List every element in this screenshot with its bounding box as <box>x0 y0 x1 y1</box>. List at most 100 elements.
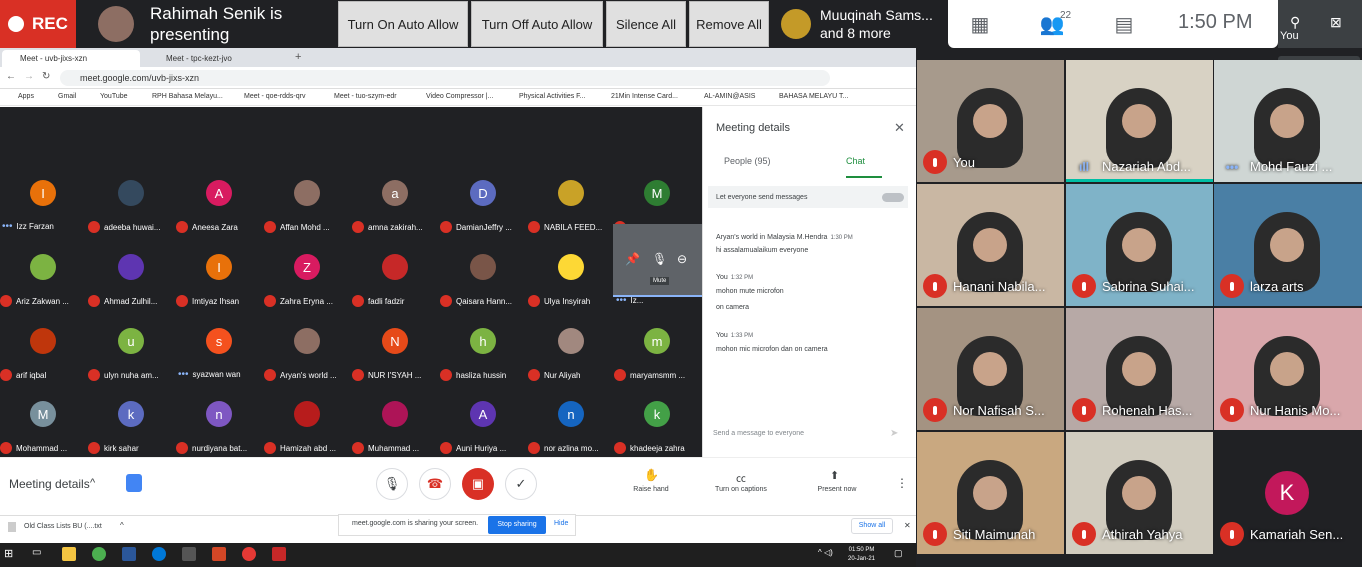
camera-off-button[interactable]: ▣ <box>462 468 494 500</box>
bookmark[interactable]: Meet - qoe-rdds-qrv <box>244 93 305 100</box>
browser-tab[interactable]: Meet - tpc-kezt-jvo <box>148 50 288 67</box>
microphone-button[interactable]: 🎙 <box>376 468 408 500</box>
turn-on-auto-allow-button[interactable]: Turn On Auto Allow <box>338 1 468 47</box>
meeting-details-button[interactable]: Meeting details <box>9 477 90 491</box>
hovered-participant-tile[interactable]: 📌 🎙 ⊖ <box>613 224 702 297</box>
chrome-icon[interactable] <box>92 547 106 561</box>
bookmark[interactable]: Meet - tuo-szym-edr <box>334 93 397 100</box>
participant-tile[interactable]: adeeba huwai... <box>88 174 176 247</box>
windows-start-icon[interactable]: ⊞ <box>4 547 13 560</box>
participant-tile[interactable]: Ulya Insyirah <box>528 248 616 321</box>
silence-all-button[interactable]: Silence All <box>606 1 686 47</box>
participant-tile[interactable]: I ••• Izz Farzan <box>0 174 88 247</box>
captions-label[interactable]: Turn on captions <box>708 486 774 493</box>
download-file[interactable]: Old Class Lists BU (....txt <box>24 523 102 530</box>
browser-tab-active[interactable]: Meet - uvb-jixs-xzn <box>2 50 140 67</box>
back-icon[interactable]: ← <box>6 71 16 82</box>
remove-all-button[interactable]: Remove All <box>689 1 769 47</box>
forward-icon[interactable]: → <box>24 71 34 82</box>
raise-hand-label[interactable]: Raise hand <box>626 486 676 493</box>
raise-hand-icon[interactable]: ✋ <box>644 468 659 482</box>
shield-icon[interactable] <box>126 474 142 492</box>
participant-tile[interactable]: Aryan's world ... <box>264 322 352 395</box>
bookmark[interactable]: Video Compressor |... <box>426 93 493 100</box>
participant-tile[interactable]: s ••• syazwan wan <box>176 322 264 395</box>
reload-icon[interactable]: ↻ <box>42 71 50 82</box>
participant-tile[interactable]: Ariz Zakwan ... <box>0 248 88 321</box>
present-now-label[interactable]: Present now <box>810 486 864 493</box>
send-messages-toggle[interactable] <box>882 193 904 202</box>
word-icon[interactable] <box>122 547 136 561</box>
video-tile[interactable]: Nur Hanis Mo... <box>1214 308 1362 430</box>
more-options-icon[interactable]: ⋮ <box>896 476 908 490</box>
bookmark[interactable]: RPH Bahasa Melayu... <box>152 93 223 100</box>
remove-tile-icon[interactable]: ⊠ <box>1330 14 1342 31</box>
app-icon[interactable] <box>182 547 196 561</box>
participant-tile[interactable]: I Imtiyaz Ihsan <box>176 248 264 321</box>
participant-tile[interactable]: arif iqbal <box>0 322 88 395</box>
task-view-icon[interactable]: ▭ <box>32 547 41 558</box>
participant-tile[interactable]: A Aneesa Zara <box>176 174 264 247</box>
participant-tile[interactable]: Z Zahra Eryna ... <box>264 248 352 321</box>
captions-icon[interactable]: ㏄ <box>736 470 746 485</box>
participant-tile[interactable]: Qaisara Hann... <box>440 248 528 321</box>
tab-chat[interactable]: Chat <box>846 156 865 166</box>
participant-tile[interactable]: Affan Mohd ... <box>264 174 352 247</box>
powerpoint-icon[interactable] <box>212 547 226 561</box>
video-tile[interactable]: K Kamariah Sen... <box>1214 432 1362 554</box>
participant-tile[interactable]: N NUR I'SYAH ... <box>352 322 440 395</box>
video-tile[interactable]: ıll Nazariah Abd... <box>1066 60 1213 182</box>
edge-icon[interactable] <box>152 547 166 561</box>
video-tile[interactable]: ••• Mohd Fauzi ... <box>1214 60 1362 182</box>
video-tile[interactable]: Nor Nafisah S... <box>917 308 1064 430</box>
participant-tile[interactable]: u ulyn nuha am... <box>88 322 176 395</box>
bookmark[interactable]: Gmail <box>58 93 76 100</box>
bookmark[interactable]: 21Min Intense Card... <box>611 93 678 100</box>
pin-icon[interactable]: 📌 <box>625 252 640 266</box>
hide-button[interactable]: Hide <box>554 520 568 527</box>
acrobat-icon[interactable] <box>272 547 286 561</box>
send-icon[interactable]: ➤ <box>890 428 898 439</box>
notifications-icon[interactable]: ▢ <box>894 548 903 559</box>
video-tile[interactable]: Rohenah Has... <box>1066 308 1213 430</box>
participant-tile[interactable]: a amna zakirah... <box>352 174 440 247</box>
file-explorer-icon[interactable] <box>62 547 76 561</box>
participant-tile[interactable]: Nur Aliyah <box>528 322 616 395</box>
bookmark[interactable]: Apps <box>18 93 34 100</box>
show-all-button[interactable]: Show all <box>851 518 893 534</box>
leave-call-button[interactable]: ☎ <box>419 468 451 500</box>
remove-icon[interactable]: ⊖ <box>677 252 687 266</box>
mute-icon[interactable]: 🎙 <box>652 252 667 266</box>
check-button[interactable]: ✓ <box>505 468 537 500</box>
bookmark[interactable]: YouTube <box>100 93 128 100</box>
pin-icon[interactable]: ⚲ <box>1290 14 1300 31</box>
participant-tile[interactable]: fadli fadzir <box>352 248 440 321</box>
video-tile[interactable]: Hanani Nabila... <box>917 184 1064 306</box>
bookmark[interactable]: BAHASA MELAYU T... <box>779 93 848 100</box>
grid-layout-icon[interactable]: ▦ <box>968 12 992 36</box>
participant-tile[interactable]: D DamianJeffry ... <box>440 174 528 247</box>
url-field[interactable]: meet.google.com/uvb-jixs-xzn <box>60 70 830 86</box>
tray-icons[interactable]: ^ ◁) <box>818 548 833 557</box>
close-icon[interactable]: ✕ <box>904 521 911 530</box>
close-icon[interactable]: ✕ <box>894 120 905 136</box>
tab-people[interactable]: People (95) <box>724 156 771 166</box>
participant-tile[interactable]: h hasliza hussin <box>440 322 528 395</box>
video-tile[interactable]: Siti Maimunah <box>917 432 1064 554</box>
new-tab-icon[interactable]: + <box>295 51 301 63</box>
chrome-alt-icon[interactable] <box>242 547 256 561</box>
bookmark[interactable]: AL-AMIN@ASIS <box>704 93 755 100</box>
chevron-up-icon[interactable]: ^ <box>120 521 124 530</box>
chat-icon[interactable]: ▤ <box>1112 12 1136 36</box>
video-tile[interactable]: Athirah Yahya <box>1066 432 1213 554</box>
participant-tile[interactable]: m maryamsmm ... <box>614 322 702 395</box>
video-tile[interactable]: You <box>917 60 1064 182</box>
present-icon[interactable]: ⬆ <box>830 469 839 482</box>
turn-off-auto-allow-button[interactable]: Turn Off Auto Allow <box>471 1 603 47</box>
video-tile[interactable]: Sabrina Suhai... <box>1066 184 1213 306</box>
chat-input[interactable]: Send a message to everyone <box>713 430 804 437</box>
bookmark[interactable]: Physical Activities F... <box>519 93 586 100</box>
participant-tile[interactable]: NABILA FEED... <box>528 174 616 247</box>
chevron-up-icon[interactable]: ^ <box>90 477 95 489</box>
stop-sharing-button[interactable]: Stop sharing <box>488 516 546 534</box>
